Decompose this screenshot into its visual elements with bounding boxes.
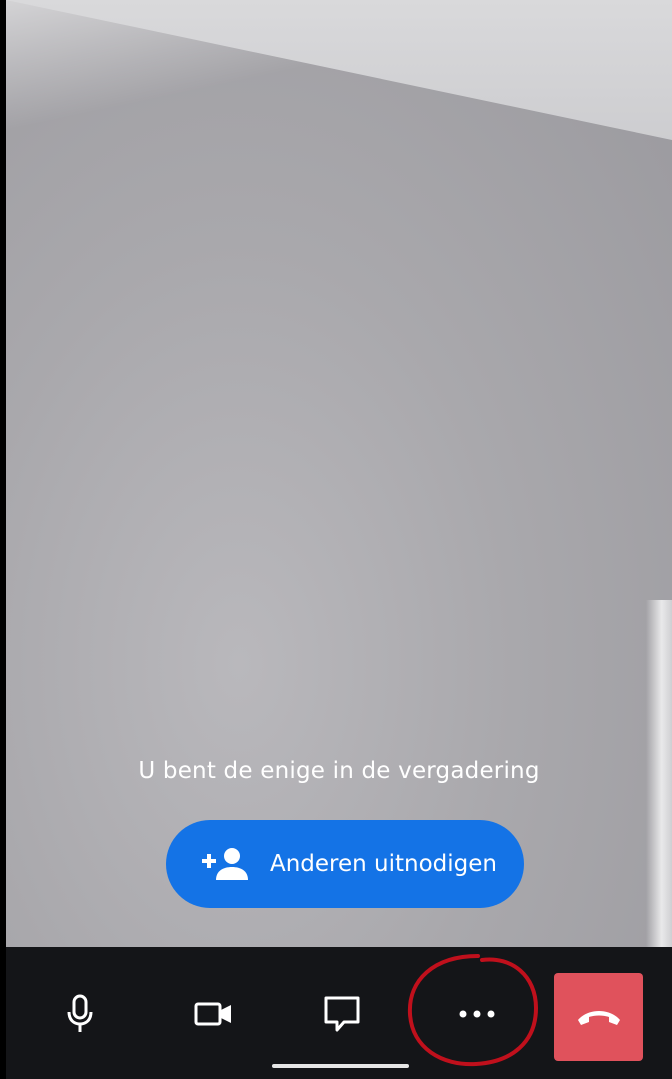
invite-others-label: Anderen uitnodigen [270, 851, 498, 877]
more-options-button[interactable] [435, 972, 519, 1056]
video-ceiling-area [6, 0, 672, 140]
microphone-button[interactable] [38, 972, 122, 1056]
hang-up-button[interactable] [554, 973, 643, 1061]
camera-button[interactable] [172, 972, 256, 1056]
camera-video-feed: U bent de enige in de vergadering Andere… [6, 0, 672, 948]
meeting-status-text: U bent de enige in de vergadering [138, 758, 540, 784]
video-camera-icon [194, 1002, 231, 1026]
home-indicator [272, 1064, 409, 1068]
add-person-icon [202, 848, 248, 880]
more-options-icon [459, 1010, 495, 1018]
chat-button[interactable] [300, 972, 384, 1056]
microphone-icon [67, 994, 93, 1032]
chat-icon [324, 996, 360, 1032]
invite-others-button[interactable]: Anderen uitnodigen [166, 820, 524, 908]
hang-up-icon [577, 1011, 620, 1025]
call-toolbar [6, 947, 672, 1079]
